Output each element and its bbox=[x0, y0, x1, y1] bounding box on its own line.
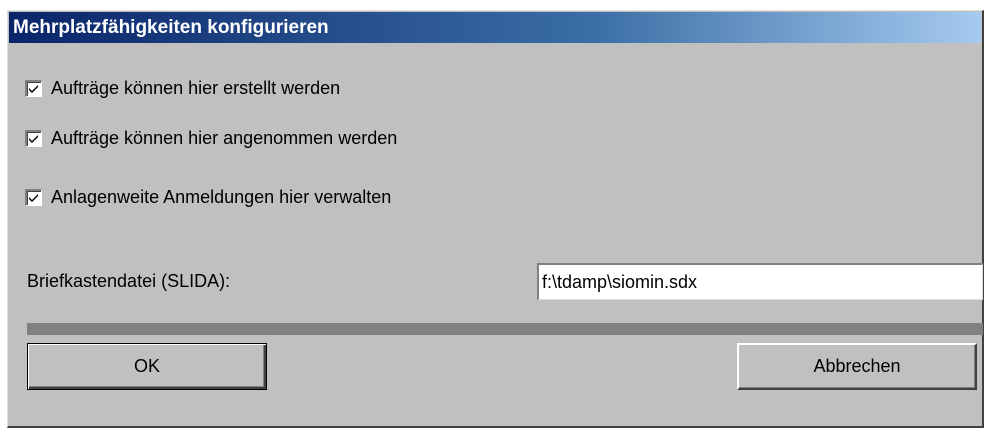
mailbox-file-label: Briefkastendatei (SLIDA): bbox=[27, 271, 231, 291]
create-orders-checkbox[interactable] bbox=[25, 79, 42, 97]
create-orders-label: Aufträge können hier erstellt werden bbox=[51, 77, 341, 98]
manage-registrations-checkbox[interactable] bbox=[25, 188, 42, 206]
accept-orders-checkbox[interactable] bbox=[25, 129, 42, 147]
progress-bar bbox=[27, 323, 983, 335]
configure-multiuser-dialog: Mehrplatzfähigkeiten konfigurieren Auftr… bbox=[7, 10, 984, 428]
manage-registrations-label: Anlagenweite Anmeldungen hier verwalten bbox=[51, 186, 392, 207]
checkmark-icon bbox=[29, 84, 38, 93]
option-manage-registrations[interactable]: Anlagenweite Anmeldungen hier verwalten bbox=[25, 184, 391, 210]
ok-button[interactable]: OK bbox=[27, 343, 267, 390]
accept-orders-label: Aufträge können hier angenommen werden bbox=[51, 127, 398, 148]
cancel-button[interactable]: Abbrechen bbox=[737, 343, 977, 390]
option-accept-orders[interactable]: Aufträge können hier angenommen werden bbox=[25, 125, 397, 151]
checkmark-icon bbox=[29, 134, 38, 143]
mailbox-file-input[interactable] bbox=[537, 263, 983, 300]
option-create-orders[interactable]: Aufträge können hier erstellt werden bbox=[25, 75, 340, 101]
dialog-title: Mehrplatzfähigkeiten konfigurieren bbox=[9, 12, 981, 43]
checkmark-icon bbox=[29, 193, 38, 202]
